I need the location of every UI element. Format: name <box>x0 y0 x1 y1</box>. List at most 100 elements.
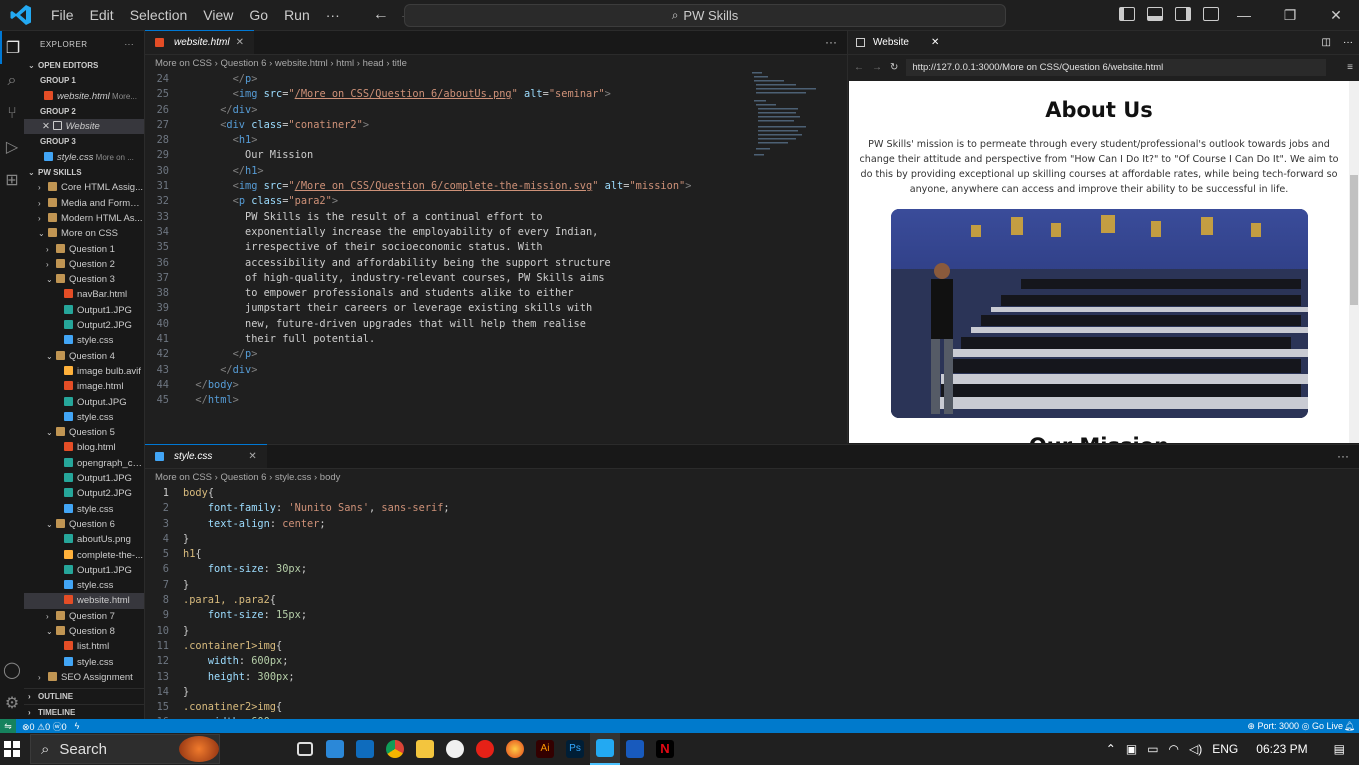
close-button[interactable]: ✕ <box>1313 0 1359 31</box>
workspace-header[interactable]: ⌄ PW SKILLS <box>24 165 144 180</box>
code-line[interactable]: 9 font-size: 15px; <box>145 608 1359 623</box>
code-line[interactable]: 38 to empower professionals and students… <box>145 286 847 301</box>
tree-folder[interactable]: ⌄ More on CSS <box>24 226 144 241</box>
code-text[interactable]: } <box>183 624 189 639</box>
preview-scrollbar[interactable] <box>1349 81 1359 443</box>
code-text[interactable]: text-align: center; <box>183 517 326 532</box>
code-text[interactable]: </body> <box>183 378 238 393</box>
tree-file[interactable]: aboutUs.png <box>24 532 144 547</box>
open-editors-header[interactable]: ⌄ OPEN EDITORS <box>24 58 144 73</box>
code-line[interactable]: 31 <img src="/More on CSS/Question 6/com… <box>145 179 847 194</box>
timeline-header[interactable]: › TIMELINE <box>24 704 144 719</box>
menu-item-file[interactable]: File <box>43 0 82 31</box>
code-text[interactable]: </p> <box>183 347 258 362</box>
tree-file[interactable]: style.css <box>24 655 144 670</box>
code-line[interactable]: 44 </body> <box>145 378 847 393</box>
wifi-icon[interactable]: ◠ <box>1169 742 1179 756</box>
tree-folder[interactable]: › Media and Forms ... <box>24 196 144 211</box>
menu-item-run[interactable]: Run <box>276 0 318 31</box>
editor-more-icon[interactable]: ··· <box>825 35 837 49</box>
tree-folder[interactable]: ⌄ Question 8 <box>24 624 144 639</box>
menu-item-view[interactable]: View <box>195 0 241 31</box>
breadcrumb-item[interactable]: head <box>363 58 384 69</box>
code-text[interactable]: } <box>183 578 189 593</box>
task-view-icon[interactable] <box>290 733 320 765</box>
code-text[interactable]: width: 600px; <box>183 654 289 669</box>
restore-button[interactable]: ❐ <box>1267 0 1313 31</box>
tree-file[interactable]: Output1.JPG <box>24 563 144 578</box>
reload-icon[interactable]: ↻ <box>890 62 898 73</box>
outline-header[interactable]: › OUTLINE <box>24 689 144 704</box>
code-line[interactable]: 25 <img src="/More on CSS/Question 6/abo… <box>145 87 847 102</box>
code-text[interactable]: font-size: 30px; <box>183 562 307 577</box>
breadcrumb-item[interactable]: body <box>320 472 341 483</box>
tree-file[interactable]: complete-the-... <box>24 548 144 563</box>
chrome-icon[interactable] <box>380 733 410 765</box>
notifications-icon[interactable]: 🔔︎ <box>1344 721 1355 732</box>
tree-file[interactable]: navBar.html <box>24 287 144 302</box>
tree-file[interactable]: Output2.JPG <box>24 486 144 501</box>
vscode-taskbar-icon[interactable] <box>590 733 620 765</box>
netflix-icon[interactable]: N <box>650 733 680 765</box>
store-icon[interactable] <box>320 733 350 765</box>
port-indicator[interactable]: ⊕ Port: 3000 <box>1247 721 1299 732</box>
mail-icon[interactable] <box>350 733 380 765</box>
code-text[interactable]: </div> <box>183 103 257 118</box>
breadcrumb-item[interactable]: website.html <box>275 58 328 69</box>
code-line[interactable]: 14} <box>145 685 1359 700</box>
code-text[interactable]: irrespective of their socioeconomic stat… <box>183 240 543 255</box>
meet-icon[interactable]: ▣ <box>1126 742 1137 756</box>
photoshop-icon[interactable]: Ps <box>560 733 590 765</box>
extensions-icon[interactable]: ⊞ <box>0 163 24 196</box>
command-center[interactable]: ⌕ PW Skills <box>404 4 1006 27</box>
tree-folder[interactable]: › Modern HTML As... <box>24 211 144 226</box>
code-line[interactable]: 5 h1{ <box>145 547 1359 562</box>
tree-folder[interactable]: ⌄ Question 6 <box>24 517 144 532</box>
code-text[interactable]: accessibility and affordability being th… <box>183 256 611 271</box>
code-line[interactable]: 24 </p> <box>145 72 847 87</box>
code-line[interactable]: 28 <h1> <box>145 133 847 148</box>
code-line[interactable]: 43 </div> <box>145 363 847 378</box>
tree-folder[interactable]: › Question 2 <box>24 257 144 272</box>
code-line[interactable]: 35 irrespective of their socioeconomic s… <box>145 240 847 255</box>
breadcrumb-item[interactable]: More on CSS <box>155 58 212 69</box>
code-text[interactable]: to empower professionals and students al… <box>183 286 574 301</box>
tab-website-html[interactable]: website.html ✕ <box>145 30 254 54</box>
tree-file[interactable]: opengraph_col... <box>24 456 144 471</box>
illustrator-icon[interactable]: Ai <box>530 733 560 765</box>
close-tab-icon[interactable]: ✕ <box>248 451 256 462</box>
code-text[interactable]: } <box>183 685 189 700</box>
battery-icon[interactable]: ▭ <box>1147 742 1158 756</box>
code-line[interactable]: 12 width: 600px; <box>145 654 1359 669</box>
code-text[interactable]: h1{ <box>183 547 202 562</box>
taskbar-search[interactable]: ⌕ Search <box>30 734 220 764</box>
open-editor-item[interactable]: website.html More... <box>24 89 144 104</box>
language-indicator[interactable]: ENG <box>1212 742 1238 756</box>
code-text[interactable]: .conatiner2>img{ <box>183 700 282 715</box>
customize-layout-icon[interactable] <box>1203 7 1219 21</box>
code-line[interactable]: 37 of high-quality, industry-relevant co… <box>145 271 847 286</box>
itunes-icon[interactable] <box>440 733 470 765</box>
volume-icon[interactable]: ◁) <box>1189 742 1202 756</box>
tree-file[interactable]: style.css <box>24 578 144 593</box>
code-view-css[interactable]: 1 body{2 font-family: 'Nunito Sans', sans… <box>145 486 1359 731</box>
firefox-icon[interactable] <box>500 733 530 765</box>
code-line[interactable]: 11 .container1>img{ <box>145 639 1359 654</box>
code-line[interactable]: 13 height: 300px; <box>145 670 1359 685</box>
code-text[interactable]: body{ <box>183 486 214 501</box>
open-editor-item[interactable]: style.css More on ... <box>24 150 144 165</box>
tree-folder[interactable]: ⌄ Question 5 <box>24 425 144 440</box>
code-line[interactable]: 3 text-align: center; <box>145 517 1359 532</box>
code-text[interactable]: <img src="/More on CSS/Question 6/comple… <box>183 179 692 194</box>
code-text[interactable]: </html> <box>183 393 238 408</box>
code-text[interactable]: <div class="conatiner2"> <box>183 118 369 133</box>
chevron-up-icon[interactable]: ⌃ <box>1106 742 1116 756</box>
notification-center-icon[interactable]: ▤ <box>1334 742 1345 756</box>
code-text[interactable]: new, future-driven upgrades that will he… <box>183 317 586 332</box>
tree-folder[interactable]: › Core HTML Assig... <box>24 180 144 195</box>
tree-folder[interactable]: › Question 1 <box>24 242 144 257</box>
code-text[interactable]: </h1> <box>183 164 264 179</box>
tab-style-css[interactable]: style.css ✕ <box>145 444 267 468</box>
code-text[interactable]: } <box>183 532 189 547</box>
tree-file[interactable]: Output1.JPG <box>24 303 144 318</box>
